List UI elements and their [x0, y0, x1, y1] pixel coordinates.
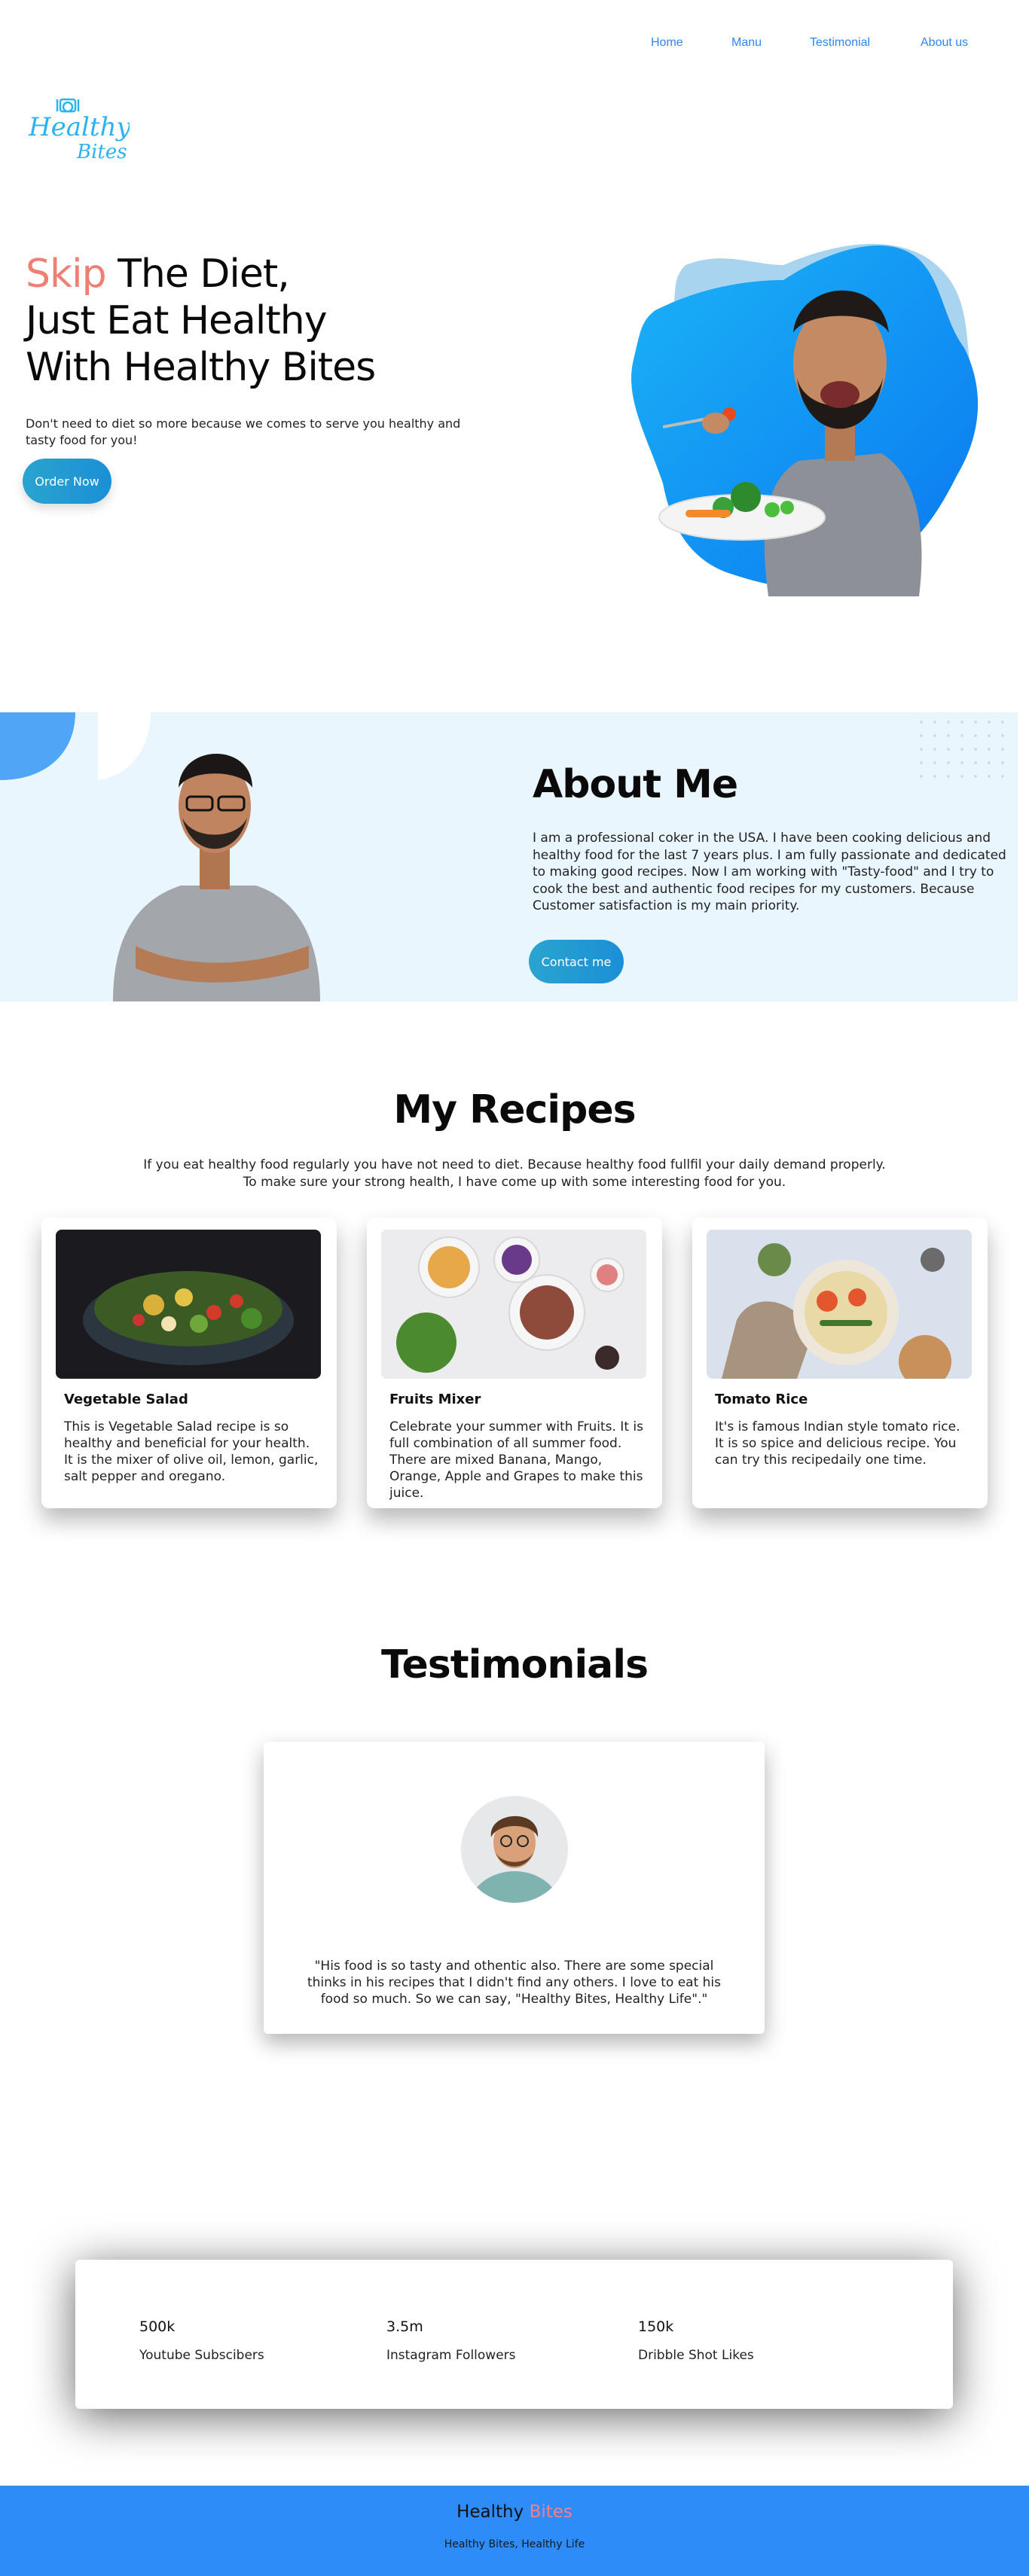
recipe-card-title: Tomato Rice	[715, 1392, 808, 1407]
site-logo[interactable]: Healthy Bites	[24, 93, 131, 163]
stat-label: Youtube Subscibers	[139, 2348, 264, 2363]
footer-tagline: Healthy Bites, Healthy Life	[444, 2538, 585, 2550]
stat-value: 3.5m	[386, 2318, 423, 2335]
nav-link-menu[interactable]: Manu	[731, 36, 762, 50]
recipes-intro-line1: If you eat healthy food regularly you ha…	[143, 1157, 886, 1172]
recipe-card-text: This is Vegetable Salad recipe is so hea…	[64, 1419, 319, 1484]
stat-value: 500k	[139, 2318, 176, 2335]
hero-title-line2: Just Eat Healthy	[26, 298, 327, 343]
svg-text:Bites: Bites	[76, 141, 127, 161]
svg-text:Healthy: Healthy	[28, 112, 130, 142]
testimonials-title: Testimonials	[380, 1642, 649, 1687]
hero-title-line3: With Healthy Bites	[26, 345, 376, 390]
nav-link-testimonial[interactable]: Testimonial	[810, 36, 870, 50]
recipe-card-text: It's is famous Indian style tomato rice.…	[715, 1419, 960, 1468]
nav-link-home[interactable]: Home	[651, 36, 683, 50]
contact-me-button[interactable]: Contact me	[529, 940, 624, 983]
chef-hat-icon: Healthy Bites	[28, 98, 131, 163]
stat-label: Dribble Shot Likes	[638, 2348, 754, 2363]
hero-subtitle: Don't need to diet so more because we co…	[26, 416, 461, 447]
nav-link-about-us[interactable]: About us	[921, 36, 968, 50]
recipe-card-fruits-mixer[interactable]: Fruits Mixer Celebrate your summer with …	[367, 1218, 662, 1508]
recipe-card-text: Celebrate your summer with Fruits. It is…	[389, 1419, 643, 1501]
recipe-card-vegetable-salad[interactable]: Vegetable Salad This is Vegetable Salad …	[41, 1218, 337, 1508]
footer-brand-accent: Bites	[529, 2502, 573, 2522]
recipe-card-title: Fruits Mixer	[389, 1392, 481, 1407]
stat-value: 150k	[638, 2318, 674, 2335]
footer-brand-main: Healthy	[456, 2502, 530, 2522]
testimonial-card: "His food is so tasty and othentic also.…	[264, 1742, 765, 2034]
recipe-card-tomato-rice[interactable]: Tomato Rice It's is famous Indian style …	[692, 1218, 988, 1508]
testimonial-avatar	[461, 1796, 568, 1903]
recipes-title: My Recipes	[393, 1087, 636, 1133]
stats-panel: 500k Youtube Subscibers 3.5m Instagram F…	[75, 2260, 953, 2409]
hero-title-accent: Skip	[26, 252, 107, 297]
hero-chef-image	[610, 235, 991, 615]
recipes-intro-line2: To make sure your strong health, I have …	[243, 1175, 786, 1190]
hero-title: Skip The Diet, Just Eat Healthy With Hea…	[26, 251, 376, 391]
about-chef-image	[105, 727, 324, 1001]
fruits-mixer-image	[381, 1230, 646, 1379]
testimonial-quote: "His food is so tasty and othentic also.…	[307, 1959, 722, 2007]
stat-instagram: 3.5m Instagram Followers	[386, 2318, 516, 2363]
footer-brand: Healthy Bites	[0, 2502, 1029, 2522]
hero-title-line1: The Diet,	[105, 252, 290, 297]
recipe-card-title: Vegetable Salad	[64, 1392, 188, 1407]
about-title: About Me	[533, 762, 738, 807]
top-nav: Home Manu Testimonial About us	[0, 33, 1029, 56]
footer: Healthy Bites Healthy Bites, Healthy Lif…	[0, 2486, 1029, 2576]
recipes-intro: If you eat healthy food regularly you ha…	[0, 1157, 1029, 1191]
vegetable-salad-image	[56, 1230, 321, 1379]
stat-dribbble: 150k Dribble Shot Likes	[638, 2318, 754, 2363]
stat-label: Instagram Followers	[386, 2348, 516, 2363]
about-section: About Me I am a professional coker in th…	[0, 712, 1018, 1001]
dots-pattern-decoration	[920, 721, 1004, 778]
about-text: I am a professional coker in the USA. I …	[533, 831, 1006, 913]
stat-youtube: 500k Youtube Subscibers	[139, 2318, 264, 2363]
tomato-rice-image	[707, 1230, 972, 1379]
order-now-button[interactable]: Order Now	[23, 459, 111, 504]
